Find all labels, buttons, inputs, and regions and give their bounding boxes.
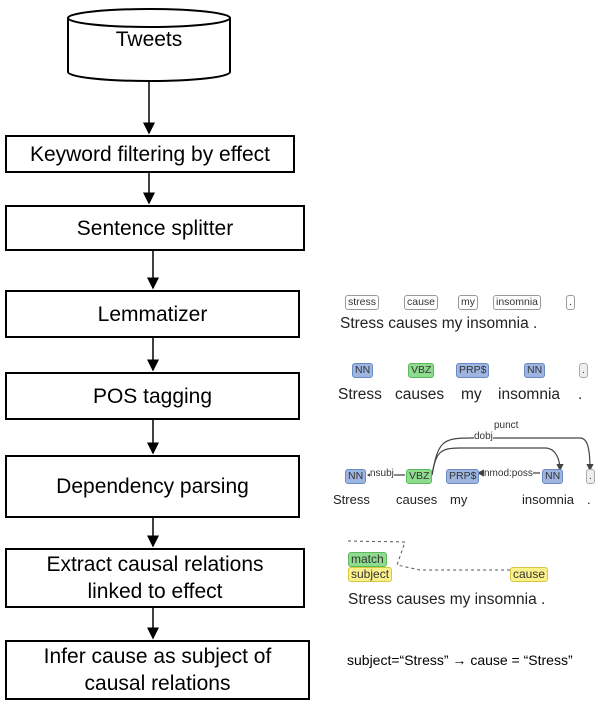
pos-tag: VBZ: [408, 363, 435, 378]
word: .: [541, 591, 546, 608]
lemma-tag: cause: [404, 295, 439, 310]
dep-label: dobj: [474, 431, 493, 442]
dep-label: nmod:poss: [484, 468, 533, 479]
pos-tag: .: [579, 363, 588, 378]
pos-tag: NN: [345, 469, 367, 484]
step-dependency-parsing: Dependency parsing: [5, 455, 300, 518]
dep-label: punct: [494, 420, 519, 431]
step-extract-causal-relations: Extract causal relations linked to effec…: [5, 548, 305, 608]
inference-formula: subject=“Stress” → cause = “Stress”: [347, 652, 573, 668]
pos-tag: NN: [542, 469, 564, 484]
word: insomnia: [522, 492, 575, 507]
lemma-tag: my: [458, 295, 478, 310]
word: insomnia: [466, 315, 529, 332]
pos-tag: VBZ: [406, 469, 433, 484]
step-infer-cause: Infer cause as subject of causal relatio…: [5, 640, 310, 700]
word: my: [441, 315, 463, 332]
cause-tag: cause: [510, 567, 549, 582]
word: causes: [396, 492, 438, 507]
word: Stress: [340, 315, 384, 332]
match-tag: match: [348, 552, 387, 567]
word: .: [533, 315, 538, 332]
pos-tag: .: [586, 469, 595, 484]
step-keyword-filtering: Keyword filtering by effect: [5, 135, 295, 173]
lemma-tag: insomnia: [493, 295, 542, 310]
pos-tag: NN: [352, 363, 374, 378]
lemma-tag: .: [566, 295, 575, 310]
word: Stress: [348, 591, 392, 608]
word: causes: [388, 315, 438, 332]
step-sentence-splitter: Sentence splitter: [5, 205, 305, 251]
word: my: [449, 591, 471, 608]
word: .: [587, 492, 591, 507]
word: insomnia: [474, 591, 537, 608]
pos-tag: NN: [524, 363, 546, 378]
step-pos-tagging: POS tagging: [5, 372, 300, 420]
word: my: [461, 386, 482, 403]
pos-tag: PRP$: [446, 469, 480, 484]
tweets-source-label: Tweets: [115, 28, 183, 51]
word: causes: [396, 591, 446, 608]
word: .: [578, 386, 583, 403]
word: my: [450, 492, 468, 507]
word: insomnia: [498, 386, 561, 403]
dep-label: nsubj: [370, 468, 394, 479]
lemma-tag: stress: [345, 295, 380, 310]
word: Stress: [333, 492, 370, 507]
step-lemmatizer: Lemmatizer: [5, 290, 300, 338]
word: Stress: [338, 386, 382, 403]
word: causes: [395, 386, 445, 403]
subject-tag: subject: [348, 567, 393, 582]
pos-tag: PRP$: [456, 363, 490, 378]
